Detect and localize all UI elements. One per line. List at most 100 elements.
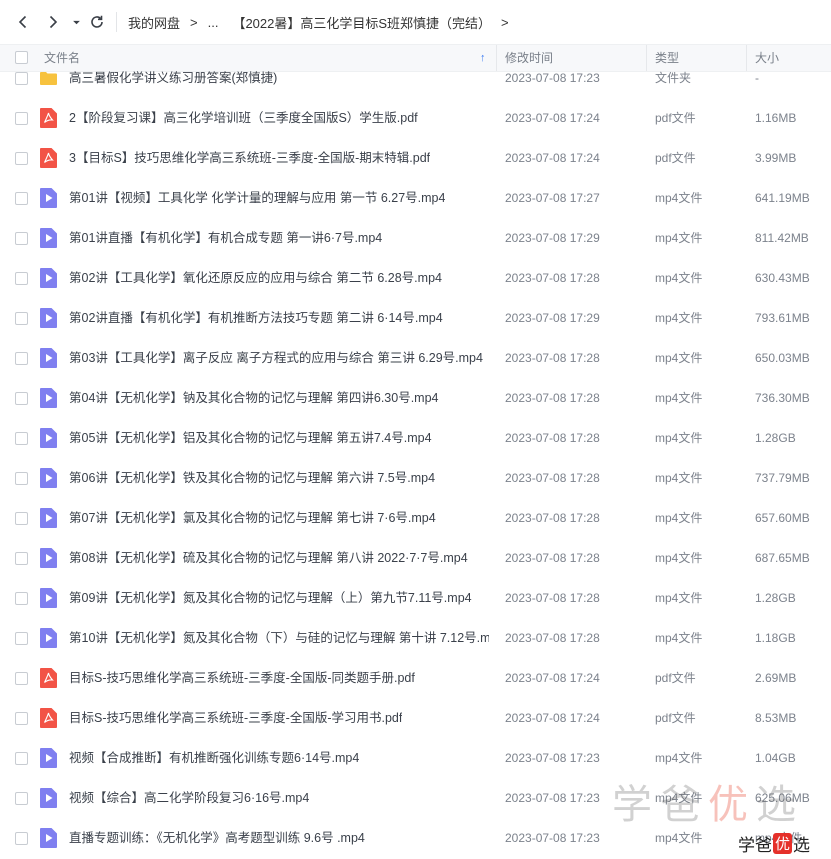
file-name[interactable]: 第02讲【工具化学】氧化还原反应的应用与综合 第二节 6.28号.mp4 [69,258,442,298]
video-file-icon [40,268,57,288]
file-row[interactable]: 目标S-技巧思维化学高三系统班-三季度-全国版-同类题手册.pdf 2023-07… [0,658,831,698]
row-checkbox[interactable] [15,552,28,565]
file-row[interactable]: 直播专题训练：《无机化学》高考题型训练 9.6号 .mp4 2023-07-08 … [0,818,831,858]
row-checkbox[interactable] [15,192,28,205]
file-name[interactable]: 第01讲【视频】工具化学 化学计量的理解与应用 第一节 6.27号.mp4 [69,178,445,218]
file-name[interactable]: 第07讲【无机化学】氯及其化合物的记忆与理解 第七讲 7·6号.mp4 [69,498,436,538]
file-size: 1.16MB [755,111,797,125]
row-checkbox[interactable] [15,352,28,365]
file-size: 8.53MB [755,711,797,725]
file-size: 650.03MB [755,351,810,365]
file-type: pdf文件 [655,111,696,125]
row-checkbox[interactable] [15,592,28,605]
row-checkbox[interactable] [15,272,28,285]
file-type: mp4文件 [655,791,703,805]
row-checkbox[interactable] [15,792,28,805]
file-modified-time: 2023-07-08 17:28 [505,391,600,405]
row-checkbox[interactable] [15,712,28,725]
file-name[interactable]: 视频【综合】高二化学阶段复习6·16号.mp4 [69,778,309,818]
file-name[interactable]: 目标S-技巧思维化学高三系统班-三季度-全国版-学习用书.pdf [69,698,402,738]
row-checkbox[interactable] [15,72,28,85]
file-row[interactable]: 第04讲【无机化学】钠及其化合物的记忆与理解 第四讲6.30号.mp4 2023-… [0,378,831,418]
row-checkbox[interactable] [15,632,28,645]
row-checkbox[interactable] [15,312,28,325]
file-row[interactable]: 视频【综合】高二化学阶段复习6·16号.mp4 2023-07-08 17:23 m… [0,778,831,818]
file-name[interactable]: 视频【合成推断】有机推断强化训练专题6·14号.mp4 [69,738,359,778]
breadcrumb-root[interactable]: 我的网盘 [128,13,180,32]
file-row[interactable]: 第01讲【视频】工具化学 化学计量的理解与应用 第一节 6.27号.mp4 202… [0,178,831,218]
file-row[interactable]: 第10讲【无机化学】氮及其化合物（下）与硅的记忆与理解 第十讲 7.12号.m.… [0,618,831,658]
file-modified-time: 2023-07-08 17:24 [505,671,600,685]
file-type: mp4文件 [655,591,703,605]
file-type: mp4文件 [655,551,703,565]
file-name[interactable]: 目标S-技巧思维化学高三系统班-三季度-全国版-同类题手册.pdf [69,658,415,698]
row-checkbox[interactable] [15,672,28,685]
file-name[interactable]: 第05讲【无机化学】铝及其化合物的记忆与理解 第五讲7.4号.mp4 [69,418,432,458]
file-row[interactable]: 第06讲【无机化学】铁及其化合物的记忆与理解 第六讲 7.5号.mp4 2023-… [0,458,831,498]
video-file-icon [40,468,57,488]
file-name[interactable]: 第04讲【无机化学】钠及其化合物的记忆与理解 第四讲6.30号.mp4 [69,378,439,418]
file-name[interactable]: 高三暑假化学讲义练习册答案(郑慎捷) [69,58,277,98]
file-type: pdf文件 [655,671,696,685]
file-row[interactable]: 视频【合成推断】有机推断强化训练专题6·14号.mp4 2023-07-08 17… [0,738,831,778]
file-name[interactable]: 2【阶段复习课】高三化学培训班（三季度全国版S）学生版.pdf [69,98,418,138]
video-file-icon [40,428,57,448]
file-row[interactable]: 第05讲【无机化学】铝及其化合物的记忆与理解 第五讲7.4号.mp4 2023-0… [0,418,831,458]
file-row[interactable]: 第02讲直播【有机化学】有机推断方法技巧专题 第二讲 6·14号.mp4 2023… [0,298,831,338]
row-checkbox[interactable] [15,112,28,125]
file-modified-time: 2023-07-08 17:28 [505,471,600,485]
file-size: 641.19MB [755,191,810,205]
refresh-icon[interactable] [86,11,108,33]
row-checkbox[interactable] [15,832,28,845]
toolbar: 我的网盘 > ... 【2022暑】高三化学目标S班郑慎捷（完结） > [0,0,831,44]
file-row[interactable]: 第02讲【工具化学】氧化还原反应的应用与综合 第二节 6.28号.mp4 2023… [0,258,831,298]
row-checkbox[interactable] [15,232,28,245]
file-row[interactable]: 3【目标S】技巧思维化学高三系统班-三季度-全国版-期末特辑.pdf 2023-0… [0,138,831,178]
file-type: 文件夹 [655,71,692,85]
file-type: mp4文件 [655,631,703,645]
file-row[interactable]: 目标S-技巧思维化学高三系统班-三季度-全国版-学习用书.pdf 2023-07-… [0,698,831,738]
file-name[interactable]: 直播专题训练：《无机化学》高考题型训练 9.6号 .mp4 [69,818,365,858]
file-type: mp4文件 [655,831,703,845]
file-size: 2.69MB [755,671,797,685]
file-row[interactable]: 第03讲【工具化学】离子反应 离子方程式的应用与综合 第三讲 6.29号.mp4… [0,338,831,378]
file-size: 737.79MB [755,471,810,485]
file-type: mp4文件 [655,391,703,405]
file-name[interactable]: 第08讲【无机化学】硫及其化合物的记忆与理解 第八讲 2022·7·7号.mp4 [69,538,468,578]
row-checkbox[interactable] [15,432,28,445]
back-arrow-icon[interactable] [12,11,34,33]
file-type: mp4文件 [655,511,703,525]
file-row[interactable]: 2【阶段复习课】高三化学培训班（三季度全国版S）学生版.pdf 2023-07-0… [0,98,831,138]
file-name[interactable]: 第03讲【工具化学】离子反应 离子方程式的应用与综合 第三讲 6.29号.mp4 [69,338,483,378]
file-row[interactable]: 第09讲【无机化学】氮及其化合物的记忆与理解（上）第九节7.11号.mp4 202… [0,578,831,618]
video-file-icon [40,388,57,408]
file-name[interactable]: 第01讲直播【有机化学】有机合成专题 第一讲6·7号.mp4 [69,218,382,258]
file-row[interactable]: 第07讲【无机化学】氯及其化合物的记忆与理解 第七讲 7·6号.mp4 2023-… [0,498,831,538]
row-checkbox[interactable] [15,752,28,765]
pdf-file-icon [40,708,57,728]
row-checkbox[interactable] [15,472,28,485]
file-modified-time: 2023-07-08 17:28 [505,631,600,645]
file-row[interactable]: 第01讲直播【有机化学】有机合成专题 第一讲6·7号.mp4 2023-07-08… [0,218,831,258]
file-name[interactable]: 第02讲直播【有机化学】有机推断方法技巧专题 第二讲 6·14号.mp4 [69,298,443,338]
file-modified-time: 2023-07-08 17:23 [505,71,600,85]
history-dropdown-icon[interactable] [68,11,84,33]
row-checkbox[interactable] [15,152,28,165]
file-size: 1.28GB [755,431,796,445]
file-name[interactable]: 3【目标S】技巧思维化学高三系统班-三季度-全国版-期末特辑.pdf [69,138,430,178]
video-file-icon [40,828,57,848]
file-modified-time: 2023-07-08 17:28 [505,271,600,285]
forward-arrow-icon[interactable] [42,11,64,33]
file-name[interactable]: 第10讲【无机化学】氮及其化合物（下）与硅的记忆与理解 第十讲 7.12号.m.… [69,618,489,658]
file-size: 3.99MB [755,151,797,165]
row-checkbox[interactable] [15,392,28,405]
folder-file-icon [40,68,57,88]
file-type: mp4文件 [655,191,703,205]
file-row[interactable]: 高三暑假化学讲义练习册答案(郑慎捷) 2023-07-08 17:23 文件夹 - [0,58,831,98]
row-checkbox[interactable] [15,512,28,525]
file-name[interactable]: 第06讲【无机化学】铁及其化合物的记忆与理解 第六讲 7.5号.mp4 [69,458,435,498]
file-row[interactable]: 第08讲【无机化学】硫及其化合物的记忆与理解 第八讲 2022·7·7号.mp4… [0,538,831,578]
breadcrumb-ellipsis[interactable]: ... [208,15,219,30]
file-name[interactable]: 第09讲【无机化学】氮及其化合物的记忆与理解（上）第九节7.11号.mp4 [69,578,472,618]
breadcrumb-current[interactable]: 【2022暑】高三化学目标S班郑慎捷（完结） [232,13,491,32]
